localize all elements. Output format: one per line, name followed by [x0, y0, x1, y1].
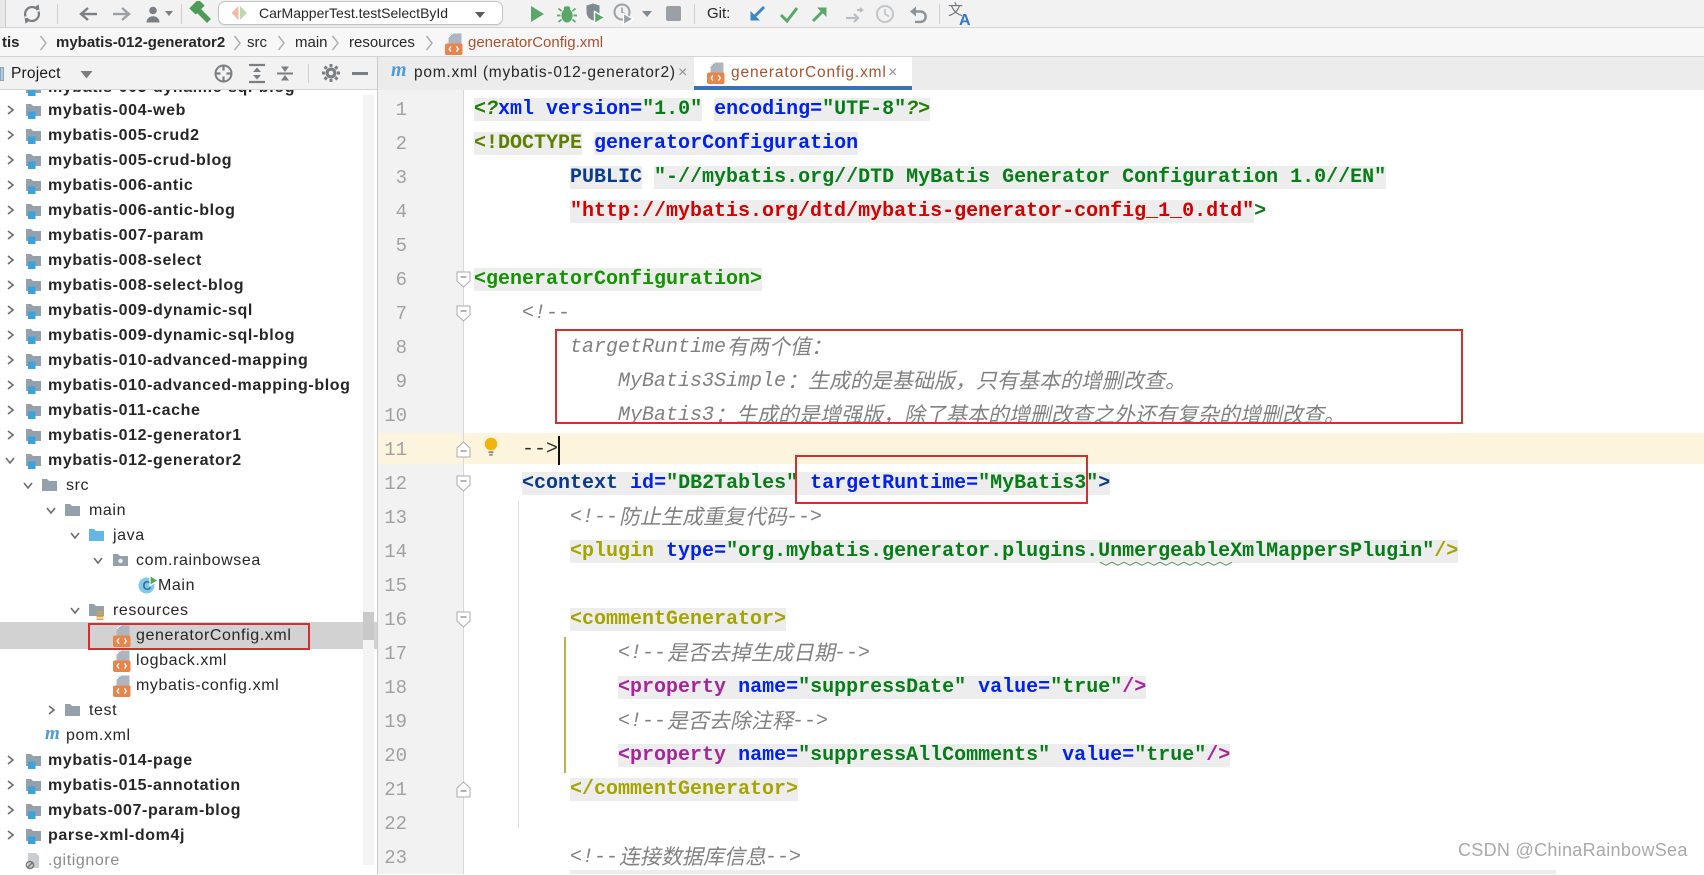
svg-text:A: A: [959, 12, 971, 28]
